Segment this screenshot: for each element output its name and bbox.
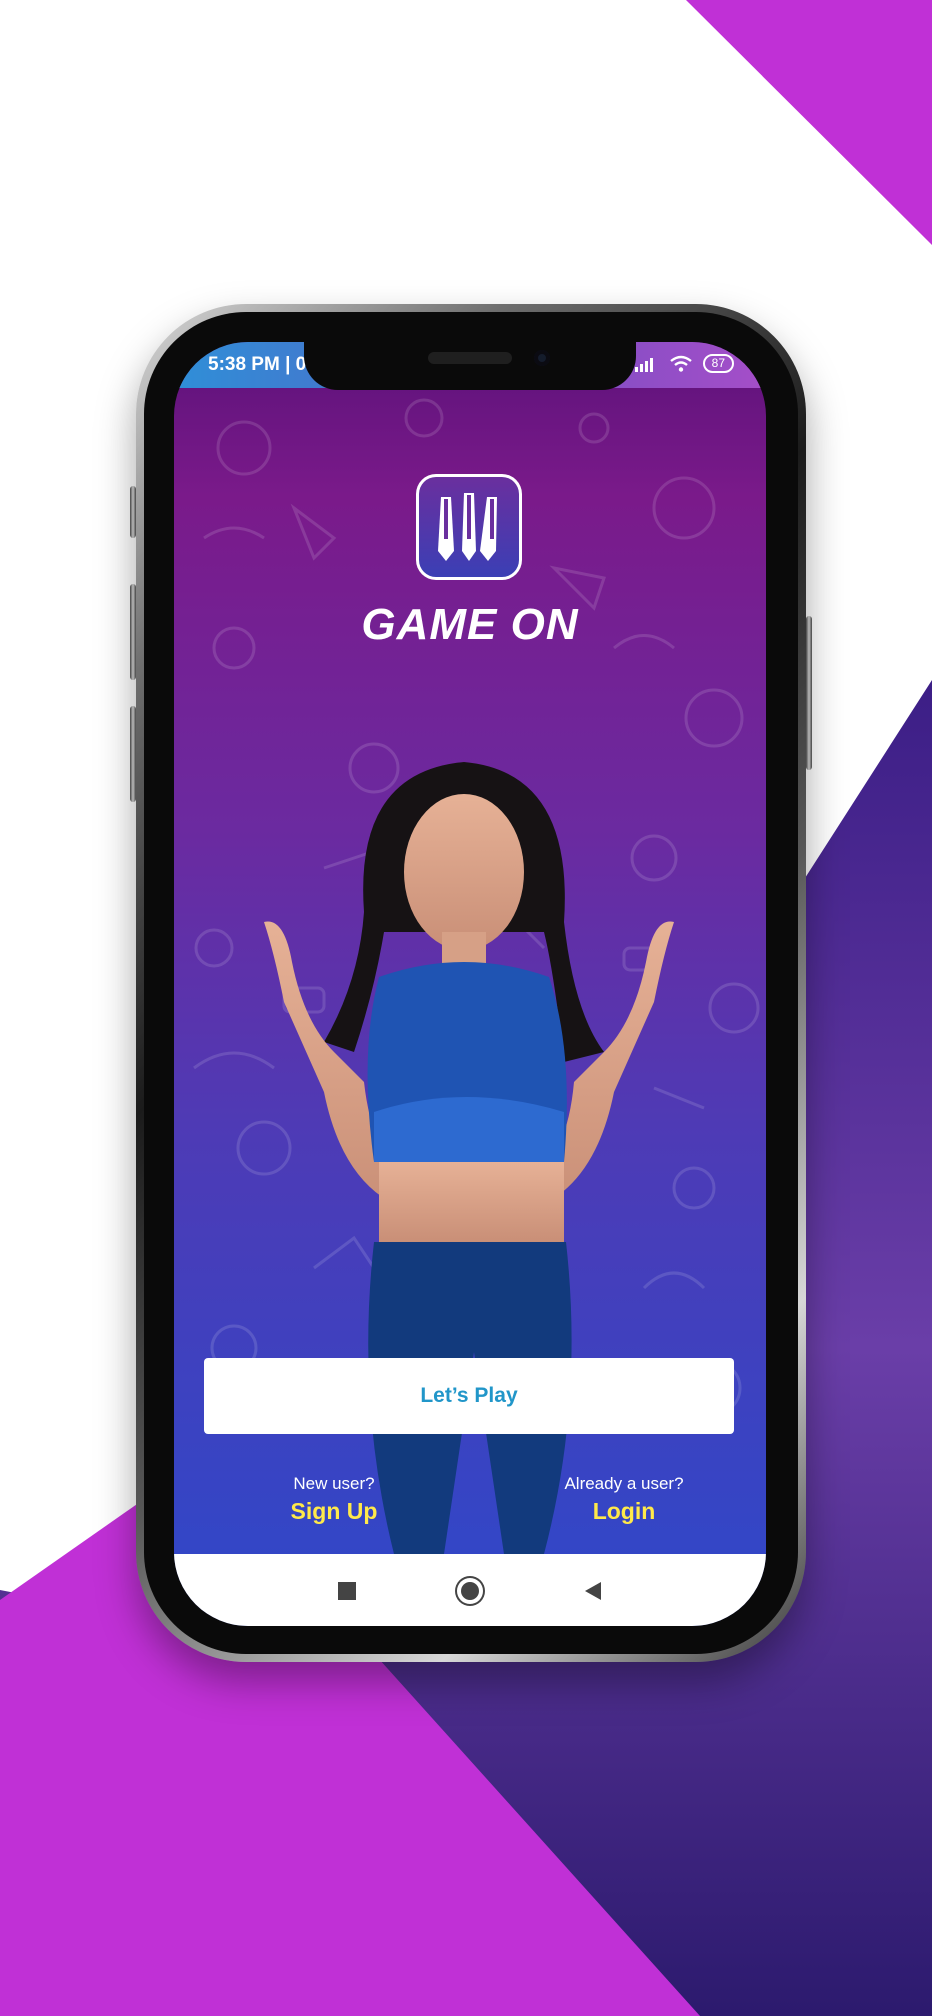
signup-link[interactable]: Sign Up — [264, 1498, 404, 1525]
status-icons: 87 — [634, 354, 734, 373]
phone-notch — [304, 342, 636, 390]
app-logo — [416, 474, 522, 580]
back-triangle-icon[interactable] — [578, 1576, 608, 1606]
status-time: 5:38 PM | 0. — [208, 354, 312, 375]
battery-indicator: 87 — [702, 354, 734, 373]
earpiece-speaker — [428, 352, 512, 364]
stumps-icon — [438, 493, 497, 561]
login-block: Already a user? Login — [529, 1474, 719, 1525]
top-right-magenta-band — [686, 0, 932, 245]
volume-down-button — [130, 706, 136, 802]
signal-icon — [634, 357, 653, 372]
login-link[interactable]: Login — [529, 1498, 719, 1525]
lets-play-button[interactable]: Let’s Play — [204, 1358, 734, 1434]
mute-switch — [130, 486, 136, 538]
home-circle-icon[interactable] — [455, 1576, 485, 1606]
android-nav-bar — [174, 1554, 766, 1626]
recents-square-icon[interactable] — [332, 1576, 362, 1606]
power-button — [806, 616, 812, 770]
wifi-icon — [669, 355, 692, 372]
login-prompt: Already a user? — [564, 1474, 684, 1493]
phone-screen: 5:38 PM | 0. 87 GAME ON Let’s Play New u… — [174, 342, 766, 1626]
front-camera — [534, 350, 550, 366]
signup-block: New user? Sign Up — [264, 1474, 404, 1525]
app-title: GAME ON — [361, 600, 579, 649]
volume-up-button — [130, 584, 136, 680]
signup-prompt: New user? — [293, 1474, 375, 1493]
